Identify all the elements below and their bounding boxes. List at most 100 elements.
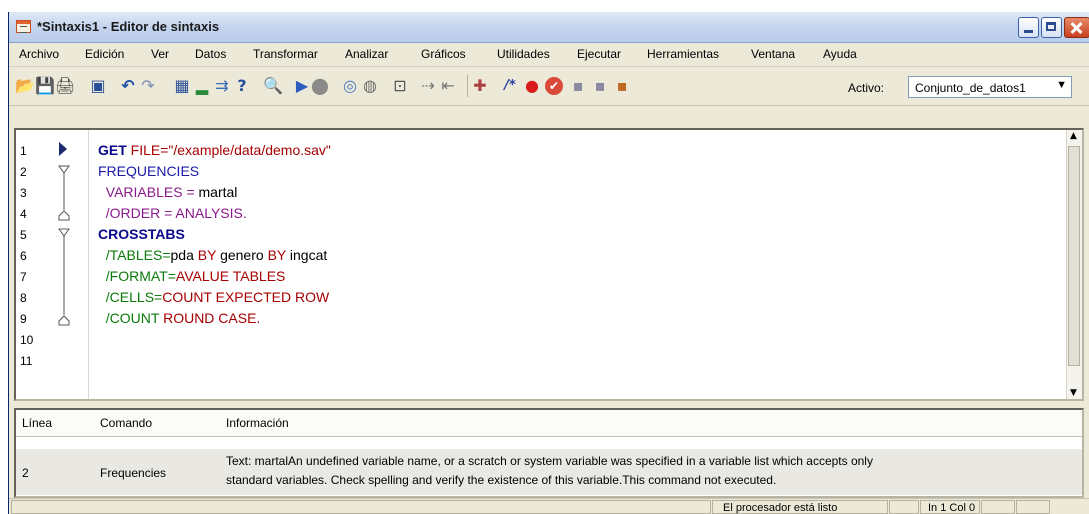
code-line-1: GET FILE="/example/data/demo.sav" [98,142,331,158]
run-selection-icon[interactable]: ▶ [293,77,311,95]
subcommand: /TABLES= [98,247,171,263]
menu-ejecutar[interactable]: Ejecutar [577,47,621,61]
save-icon[interactable]: 💾 [35,77,55,95]
error-line: 2 [22,466,29,480]
fold-open-icon[interactable] [58,228,70,237]
status-pane-processor: El procesador está listo [712,500,888,514]
menu-herramientas[interactable]: Herramientas [647,47,719,61]
menu-ver[interactable]: Ver [151,47,169,61]
minimize-button[interactable] [1018,17,1039,38]
toolbar: 📂 💾 🖨 ▣ ↶ ↷ ▦ ▂ ⇉ ? 🔍 ▶ ⬤ ◎ ◍ ⊡ ⇢ ⇤ ✚ /*… [9,67,1089,106]
error-row[interactable]: 2 Frequencies Text: martalAn undefined v… [16,449,1082,495]
code-line-9: /COUNT ROUND CASE. [98,310,261,326]
dropdown-arrow-icon[interactable]: ▼ [1056,79,1067,91]
scroll-down-icon[interactable]: ▼ [1070,388,1077,398]
menu-archivo[interactable]: Archivo [19,47,59,61]
error-list-panel: Línea Comando Información 2 Frequencies … [14,408,1084,498]
menu-bar: Archivo Edición Ver Datos Transformar An… [9,43,1089,67]
status-bar: El procesador está listo In 1 Col 0 [9,498,1089,514]
subcommand: /ORDER = ANALYSIS. [98,205,247,221]
syntax-editor-window: *Sintaxis1 - Editor de sintaxis Archivo … [8,12,1089,514]
menu-transformar[interactable]: Transformar [253,47,318,61]
fold-open-icon[interactable] [58,165,70,174]
window-title: *Sintaxis1 - Editor de sintaxis [37,19,220,34]
title-bar[interactable]: *Sintaxis1 - Editor de sintaxis [9,12,1089,43]
keyword: AVALUE TABLES [175,268,286,284]
maximize-button[interactable] [1041,17,1062,38]
code-line-6: /TABLES=pda BY genero BY ingcat [98,247,327,263]
print-icon[interactable]: 🖨 [55,77,75,95]
menu-datos[interactable]: Datos [195,47,226,61]
keyword: BY [197,247,217,263]
status-pane-empty [11,500,711,514]
code-line-8: /CELLS=COUNT EXPECTED ROW [98,289,329,305]
variable-name: pda [170,247,198,263]
go-to-icon[interactable]: ⇤ [439,77,457,95]
keyword: ROUND CASE. [163,310,261,326]
menu-ventana[interactable]: Ventana [751,47,795,61]
scroll-up-icon[interactable]: ▲ [1070,131,1077,141]
error-command: Frequencies [100,466,167,480]
chart-icon[interactable]: ▂ [193,77,211,95]
variable-name: ingcat [286,247,328,263]
toolbar-separator [467,75,468,97]
error-info-line-2: standard variables. Check spelling and v… [226,473,777,487]
code-line-7: /FORMAT=AVALUE TABLES [98,268,286,284]
comment-icon[interactable]: /* [501,77,519,95]
validate-icon[interactable]: ✔ [545,77,563,95]
menu-edicion[interactable]: Edición [85,47,124,61]
error-info-line-1: Text: martalAn undefined variable name, … [226,454,873,468]
gutter-markers [58,142,70,326]
block-icon-1[interactable]: ▪ [569,77,587,95]
command-keyword: FREQUENCIES [98,163,200,179]
plus-icon[interactable]: ✚ [471,77,489,95]
block-icon-2[interactable]: ▪ [591,77,609,95]
status-pane-extra [1016,500,1050,514]
variable-name: martal [198,184,238,200]
stop-icon[interactable]: ⬤ [311,77,329,95]
active-dataset-label: Activo: [848,81,885,95]
current-line-arrow-icon [59,142,67,156]
open-folder-icon[interactable]: 📂 [15,77,35,95]
syntax-help-icon[interactable]: ⇢ [419,77,437,95]
undo-icon[interactable]: ↶ [119,77,137,95]
variable-info-icon[interactable]: ? [233,77,251,95]
dialog-recall-icon[interactable]: ▣ [89,77,107,95]
line-number-gutter: 1 2 3 4 5 6 7 8 9 10 11 [16,130,89,399]
scrollbar-thumb[interactable] [1068,146,1080,366]
error-list-header: Línea Comando Información [16,410,1082,437]
column-header-line[interactable]: Línea [22,416,52,430]
format-icon[interactable]: ⊡ [391,77,409,95]
insert-cases-icon[interactable]: ⇉ [213,77,231,95]
editor-vertical-scrollbar[interactable]: ▲ ▼ [1066,130,1082,399]
find-icon[interactable]: 🔍 [263,77,283,95]
variable-name: genero [216,247,268,263]
step-icon[interactable]: ◍ [361,77,379,95]
menu-utilidades[interactable]: Utilidades [497,47,550,61]
bookmark-icon[interactable]: ◎ [341,77,359,95]
close-button[interactable] [1064,17,1089,38]
subcommand: /COUNT [98,310,164,326]
syntax-editor[interactable]: 1 2 3 4 5 6 7 8 9 10 11 GET FILE="/examp… [14,128,1084,401]
fold-end-icon[interactable] [58,210,70,221]
command-keyword: CROSSTABS [98,226,185,242]
status-pane-extra [981,500,1015,514]
menu-analizar[interactable]: Analizar [345,47,388,61]
column-header-info[interactable]: Información [226,416,289,430]
status-pane-position: In 1 Col 0 [920,500,980,514]
redo-icon[interactable]: ↷ [139,77,157,95]
active-dataset-select[interactable]: Conjunto_de_datos1 ▼ [908,76,1072,98]
data-editor-icon[interactable]: ▦ [173,77,191,95]
fold-end-icon[interactable] [58,315,70,326]
status-pane-blank [889,500,919,514]
command-keyword: GET [98,142,127,158]
file-argument: FILE="/example/data/demo.sav" [126,142,331,158]
menu-graficos[interactable]: Gráficos [421,47,466,61]
breakpoint-icon[interactable]: ● [523,77,541,95]
keyword: COUNT EXPECTED ROW [162,289,330,305]
menu-ayuda[interactable]: Ayuda [823,47,857,61]
column-header-command[interactable]: Comando [100,416,152,430]
processor-status: El procesador está listo [723,502,838,514]
block-icon-3[interactable]: ▪ [613,77,631,95]
syntax-editor-icon [16,20,31,33]
